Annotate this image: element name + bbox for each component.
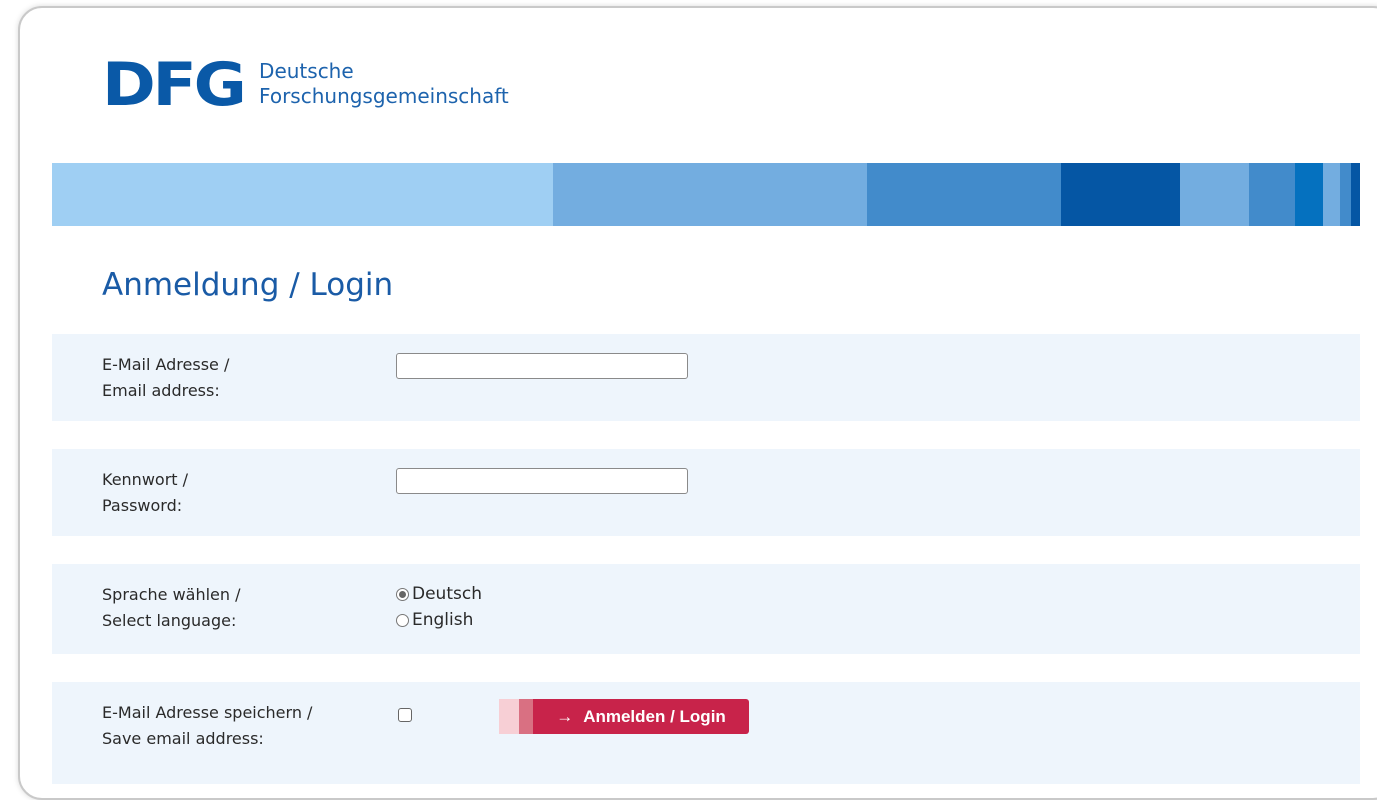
radio-deutsch-circle[interactable] bbox=[396, 587, 409, 601]
band-segment bbox=[553, 163, 867, 226]
password-label-de: Kennwort / bbox=[102, 470, 189, 489]
password-label: Kennwort / Password: bbox=[102, 467, 188, 519]
password-label-en: Password: bbox=[102, 496, 183, 515]
language-label: Sprache wählen / Select language: bbox=[102, 582, 241, 634]
band-segment bbox=[1295, 163, 1323, 226]
password-row: Kennwort / Password: bbox=[52, 449, 1360, 536]
radio-deutsch[interactable]: Deutsch bbox=[396, 584, 482, 604]
language-label-de: Sprache wählen / bbox=[102, 585, 241, 604]
email-label: E-Mail Adresse / Email address: bbox=[102, 352, 229, 404]
radio-deutsch-label: Deutsch bbox=[412, 584, 482, 604]
login-page: DFG Deutsche Forschungsgemeinschaft Anme… bbox=[52, 24, 1360, 784]
color-band bbox=[52, 163, 1360, 226]
radio-english-label: English bbox=[412, 610, 474, 630]
login-button-label: Anmelden / Login bbox=[583, 706, 726, 726]
logo-line2: Forschungsgemeinschaft bbox=[259, 84, 509, 108]
band-segment bbox=[1249, 163, 1295, 226]
save-email-label-de: E-Mail Adresse speichern / bbox=[102, 703, 313, 722]
logo-mark: DFG bbox=[102, 50, 247, 120]
email-row: E-Mail Adresse / Email address: bbox=[52, 334, 1360, 421]
language-label-en: Select language: bbox=[102, 611, 237, 630]
band-segment bbox=[867, 163, 1061, 226]
band-segment bbox=[1340, 163, 1351, 226]
band-segment bbox=[1061, 163, 1180, 226]
button-decoration-mid bbox=[519, 699, 533, 734]
email-label-en: Email address: bbox=[102, 381, 220, 400]
save-email-checkbox[interactable] bbox=[398, 708, 412, 722]
language-row: Sprache wählen / Select language: Deutsc… bbox=[52, 564, 1360, 654]
logo-line1: Deutsche bbox=[259, 59, 354, 83]
email-input[interactable] bbox=[396, 353, 688, 379]
band-segment bbox=[1323, 163, 1340, 226]
login-button[interactable]: → Anmelden / Login bbox=[533, 699, 749, 734]
arrow-right-icon: → bbox=[556, 706, 574, 726]
password-input[interactable] bbox=[396, 468, 688, 494]
radio-english-circle[interactable] bbox=[396, 613, 409, 627]
email-label-de: E-Mail Adresse / bbox=[102, 355, 230, 374]
band-segment bbox=[1180, 163, 1249, 226]
radio-english[interactable]: English bbox=[396, 610, 473, 630]
save-email-label: E-Mail Adresse speichern / Save email ad… bbox=[102, 700, 312, 752]
save-email-row: E-Mail Adresse speichern / Save email ad… bbox=[52, 682, 1360, 784]
logo-text: Deutsche Forschungsgemeinschaft bbox=[259, 59, 509, 109]
page-title: Anmeldung / Login bbox=[102, 267, 394, 303]
button-decoration-light bbox=[499, 699, 519, 734]
save-email-label-en: Save email address: bbox=[102, 729, 264, 748]
band-segment bbox=[52, 163, 553, 226]
band-segment bbox=[1351, 163, 1360, 226]
dfg-logo: DFG Deutsche Forschungsgemeinschaft bbox=[102, 50, 509, 120]
